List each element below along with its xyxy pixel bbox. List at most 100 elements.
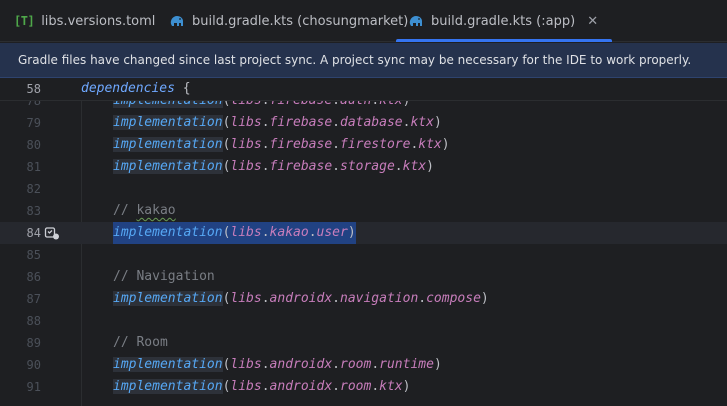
dot: . [332, 379, 340, 394]
identifier: database [340, 115, 403, 130]
code-line[interactable]: 86 // Navigation [0, 266, 727, 288]
code-line[interactable]: 83 // kakao [0, 200, 727, 222]
dot: . [261, 291, 270, 306]
identifier: ktx [410, 115, 434, 130]
dot: . [418, 291, 427, 306]
paren: ) [433, 357, 442, 372]
line-number: 79 [26, 116, 41, 130]
code-line[interactable]: 82 [0, 178, 727, 200]
dot: . [332, 137, 340, 152]
identifier: compose [426, 291, 481, 306]
paren: ) [402, 379, 411, 394]
identifier: androidx [269, 379, 333, 394]
function-call: implementation [113, 159, 223, 174]
identifier: firestore [340, 137, 411, 152]
line-number: 88 [26, 314, 41, 328]
identifier: ktx [379, 379, 403, 394]
gradle-elephant-icon [408, 14, 424, 28]
function-call: implementation [113, 115, 223, 130]
tab-libs-versions-toml[interactable]: [T] libs.versions.toml [14, 0, 155, 42]
code-line[interactable]: 81 implementation(libs.firebase.storage.… [0, 156, 727, 178]
code-line[interactable]: 85 [0, 244, 727, 266]
identifier: libs [230, 357, 262, 372]
paren: ) [480, 291, 489, 306]
line-number: 84 [26, 226, 41, 240]
identifier: firebase [269, 159, 333, 174]
code-editor[interactable]: 78 implementation(libs.firebase.auth.ktx… [0, 93, 727, 406]
toml-file-icon: [T] [14, 14, 35, 28]
code-line[interactable]: 80 implementation(libs.firebase.firestor… [0, 134, 727, 156]
identifier: libs [230, 137, 262, 152]
tab-build-gradle-project[interactable]: build.gradle.kts (chosungmarket) [169, 0, 408, 42]
line-number: 90 [26, 358, 41, 372]
identifier: libs [230, 225, 262, 240]
code-text: implementation(libs.androidx.navigation.… [113, 288, 489, 310]
function-call: implementation [113, 137, 223, 152]
tab-label: libs.versions.toml [41, 13, 156, 29]
code-line[interactable]: 79 implementation(libs.firebase.database… [0, 112, 727, 134]
identifier: libs [230, 379, 262, 394]
selected-code-text: implementation(libs.kakao.user) [113, 222, 356, 244]
comment: // Room [113, 335, 168, 350]
tab-build-gradle-app[interactable]: build.gradle.kts (:app) ✕ [395, 0, 613, 42]
paren: ) [347, 225, 356, 240]
code-line[interactable]: 89 // Room [0, 332, 727, 354]
dot: . [371, 357, 380, 372]
code-line[interactable]: 88 [0, 310, 727, 332]
comment-prefix: // [113, 203, 137, 218]
gradle-sync-banner: Gradle files have changed since last pro… [0, 43, 727, 78]
code-line[interactable]: 87 implementation(libs.androidx.navigati… [0, 288, 727, 310]
identifier: runtime [379, 357, 434, 372]
line-number: 89 [26, 336, 41, 350]
paren: ) [426, 159, 434, 174]
line-number: 91 [26, 380, 41, 394]
tab-label: build.gradle.kts (chosungmarket) [192, 13, 409, 29]
identifier: libs [230, 159, 262, 174]
dot: . [332, 357, 340, 372]
code-line[interactable]: 91 implementation(libs.androidx.room.ktx… [0, 376, 727, 398]
identifier: kakao [269, 225, 309, 240]
sticky-scope-header[interactable]: 58 dependencies { [0, 78, 727, 100]
dot: . [332, 115, 340, 130]
code-text: dependencies { [81, 78, 191, 100]
identifier: room [340, 379, 372, 394]
close-icon[interactable]: ✕ [587, 14, 598, 29]
tab-label: build.gradle.kts (:app) [431, 13, 576, 29]
dot: . [308, 225, 317, 240]
identifier: androidx [269, 291, 333, 306]
line-number: 86 [26, 270, 41, 284]
dot: . [261, 225, 270, 240]
code-text: implementation(libs.androidx.room.ktx) [113, 376, 410, 398]
comment: // kakao [113, 200, 176, 222]
identifier: libs [230, 115, 262, 130]
line-number: 58 [26, 82, 41, 96]
identifier: room [340, 357, 372, 372]
line-number: 87 [26, 292, 41, 306]
line-number: 82 [26, 182, 41, 196]
function-call: implementation [113, 291, 223, 306]
paren: ) [441, 137, 450, 152]
run-gutter-icon[interactable] [44, 225, 60, 241]
identifier: firebase [269, 115, 333, 130]
identifier: firebase [269, 137, 333, 152]
identifier: ktx [418, 137, 442, 152]
dot: . [261, 159, 270, 174]
line-number: 81 [26, 160, 41, 174]
identifier: androidx [269, 357, 333, 372]
line-number: 85 [26, 248, 41, 262]
dot: . [261, 115, 270, 130]
code-line-current[interactable]: 84 implementation(libs.kakao.user) [0, 222, 727, 244]
brace: { [174, 81, 191, 96]
code-line[interactable]: 90 implementation(libs.androidx.room.run… [0, 354, 727, 376]
identifier: storage [340, 159, 395, 174]
paren: ) [433, 115, 442, 130]
function-call: implementation [113, 225, 223, 240]
line-number: 80 [26, 138, 41, 152]
dot: . [261, 357, 270, 372]
identifier: user [316, 225, 348, 240]
gradle-elephant-icon [169, 14, 185, 28]
dot: . [332, 159, 340, 174]
typo-highlight: kakao [136, 203, 176, 218]
line-number: 83 [26, 204, 41, 218]
code-text: implementation(libs.firebase.database.kt… [113, 112, 442, 134]
